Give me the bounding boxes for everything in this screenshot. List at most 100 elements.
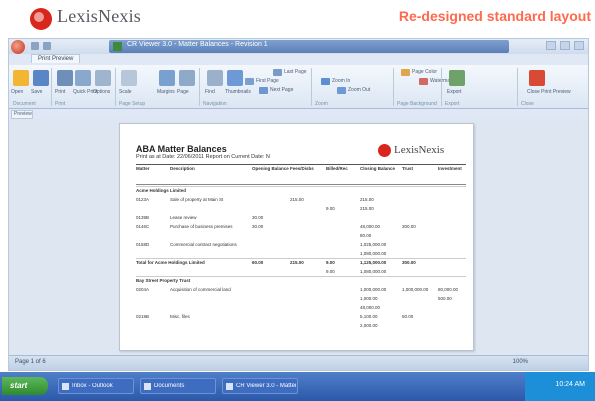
table-cell: 80,000.00 (438, 287, 459, 292)
last-page-icon[interactable] (273, 69, 282, 76)
taskbar-item[interactable]: Inbox - Outlook (58, 378, 134, 394)
zoom-icon[interactable] (321, 78, 330, 85)
ribbon-group-separator (517, 68, 518, 106)
table-cell: 48,000.00 (360, 305, 381, 310)
start-button[interactable]: start (2, 377, 48, 395)
table-row: 0204A Acquisition of commercial land 1,000… (136, 285, 466, 294)
table-cell: 1,000,000.00 (402, 287, 429, 292)
window-title: CR Viewer 3.0 - Matter Balances - Revisi… (127, 41, 268, 48)
find-button-label[interactable]: Find (205, 89, 215, 95)
page-color-button-label[interactable]: Page Color (412, 69, 437, 75)
ribbon-group-label: Close (521, 101, 534, 107)
table-cell: 500.00 (438, 296, 452, 301)
report-subtitle: Print as at Date: 22/06/2011 Report on C… (136, 154, 270, 160)
start-label: start (10, 381, 28, 390)
options-icon[interactable] (95, 70, 111, 86)
column-header: Opening Balance (252, 166, 289, 171)
table-cell: 2,000.00 (360, 323, 378, 328)
page-icon[interactable] (179, 70, 195, 86)
table-cell: Sale of property at Main St (170, 197, 224, 202)
first-page-icon[interactable] (245, 78, 254, 85)
open-button-label[interactable]: Open (11, 89, 23, 95)
report-brand: LexisNexis (394, 144, 445, 156)
margins-icon[interactable] (159, 70, 175, 86)
save-icon[interactable] (33, 70, 49, 86)
page-color-icon[interactable] (401, 69, 410, 76)
client-group-row: Bay Street Property Trust (136, 276, 466, 285)
promo-header: LexisNexis Re-designed standard layout (0, 0, 595, 38)
zoom-level[interactable]: 100% (513, 359, 528, 365)
ribbon-group-label: Zoom (315, 101, 328, 107)
taskbar-app-icon (226, 383, 233, 390)
export-button-label[interactable]: Export (447, 89, 461, 95)
options-button-label[interactable]: Options (93, 89, 110, 95)
close-icon[interactable] (529, 70, 545, 86)
table-cell: Lease review (170, 215, 197, 220)
quick-undo-icon[interactable] (43, 42, 51, 50)
preview-panel-tab[interactable]: Preview (11, 110, 33, 119)
table-cell: 30.00 (252, 215, 264, 220)
table-cell: 80.00 (360, 233, 372, 238)
ribbon-group-separator (199, 68, 200, 106)
report-title: ABA Matter Balances (136, 144, 227, 154)
table-row: 0123A Sale of property at Main St 215.00 21… (136, 195, 466, 204)
preview-workspace[interactable]: ABA Matter Balances Print as at Date: 22… (9, 119, 588, 355)
next-page-icon[interactable] (259, 87, 268, 94)
column-header: Fees/Disbs (290, 166, 314, 171)
save-button-label[interactable]: Save (31, 89, 42, 95)
table-cell: 0158D (136, 242, 150, 247)
clock: 10:24 AM (555, 381, 585, 388)
taskbar-app-icon (62, 383, 69, 390)
taskbar-item[interactable]: CR Viewer 3.0 - Matter (222, 378, 298, 394)
minimize-button[interactable] (546, 41, 556, 50)
scale-icon[interactable] (121, 70, 137, 86)
ribbon-group-separator (393, 68, 394, 106)
table-cell: Bay Street Property Trust (136, 278, 191, 283)
ribbon-group-separator (115, 68, 116, 106)
tab-print-preview[interactable]: Print Preview (31, 54, 81, 63)
taskbar-item[interactable]: Documents (140, 378, 216, 394)
close-button-label[interactable]: Close Print Preview (527, 89, 571, 95)
maximize-button[interactable] (560, 41, 570, 50)
thumbnails-button-label[interactable]: Thumbnails (225, 89, 251, 95)
report-page: ABA Matter Balances Print as at Date: 22… (119, 123, 474, 351)
find-icon[interactable] (207, 70, 223, 86)
column-header: Trust (402, 166, 414, 171)
print-button-label[interactable]: Print (55, 89, 65, 95)
close-window-button[interactable] (574, 41, 584, 50)
last-page-button-label[interactable]: Last Page (284, 69, 307, 75)
open-icon[interactable] (13, 70, 29, 86)
table-row: 2,000.00 (136, 321, 466, 330)
print-icon[interactable] (57, 70, 73, 86)
watermark-icon[interactable] (419, 78, 428, 85)
table-cell: 1,000.00 (360, 296, 378, 301)
zoom-button-label[interactable]: Zoom In (332, 78, 350, 84)
office-button-icon[interactable] (11, 40, 25, 54)
table-cell: 300.00 (402, 224, 416, 229)
scale-button-label[interactable]: Scale (119, 89, 132, 95)
zoom-out-button-label[interactable]: Zoom Out (348, 87, 370, 93)
ribbon-group-label: Document (13, 101, 36, 107)
export-icon[interactable] (449, 70, 465, 86)
page-button-label[interactable]: Page (177, 89, 189, 95)
table-cell: 215.00 (290, 260, 304, 265)
table-cell: Purchase of business premises (170, 224, 233, 229)
taskbar-item-label: Documents (154, 383, 185, 389)
quick-print-icon[interactable] (75, 70, 91, 86)
status-bar: Page 1 of 6 100% (9, 355, 588, 370)
zoom-out-icon[interactable] (337, 87, 346, 94)
margins-button-label[interactable]: Margins (157, 89, 175, 95)
ribbon-group-label: Export (445, 101, 460, 107)
thumbnails-icon[interactable] (227, 70, 243, 86)
first-page-button-label[interactable]: First Page (256, 78, 279, 84)
table-row: 1,000.00 500.00 (136, 294, 466, 303)
document-title-tab: CR Viewer 3.0 - Matter Balances - Revisi… (109, 40, 509, 53)
table-cell: 1,000,000.00 (360, 287, 387, 292)
report-logo-icon (378, 144, 391, 157)
table-row: 0219B Misc. files 5,100.00 50.00 (136, 312, 466, 321)
table-row: 9.00 215.00 (136, 204, 466, 213)
ribbon-group-label: Page Background (397, 101, 437, 107)
table-row: 1,080,000.00 (136, 249, 466, 258)
quick-save-icon[interactable] (31, 42, 39, 50)
next-page-button-label[interactable]: Next Page (270, 87, 293, 93)
